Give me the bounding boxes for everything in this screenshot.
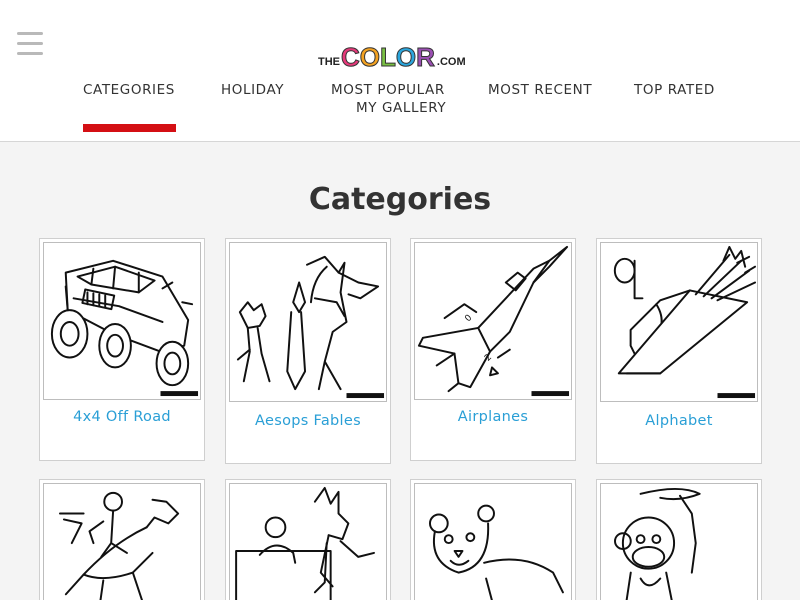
logo-letter: R (416, 42, 436, 72)
page-title: Categories (308, 182, 492, 217)
category-card[interactable] (410, 479, 576, 600)
logo-letter: O (395, 42, 417, 72)
category-label[interactable]: Alphabet (597, 413, 761, 429)
category-card[interactable]: 4x4 Off Road (39, 238, 205, 461)
letter-q-quiver-icon[interactable] (600, 242, 758, 402)
site-logo[interactable]: THE C O L O R .COM (318, 42, 468, 72)
nav-categories[interactable]: CATEGORIES (83, 82, 175, 98)
category-card[interactable]: 0 2 Airplanes (410, 238, 576, 461)
category-card[interactable] (225, 479, 391, 600)
nav-most-popular[interactable]: MOST POPULAR (331, 82, 445, 98)
animals-cartoon-icon[interactable] (229, 483, 387, 600)
nav-my-gallery[interactable]: MY GALLERY (356, 100, 446, 116)
logo-suffix: .COM (436, 56, 466, 68)
fox-stork-icon[interactable] (229, 242, 387, 402)
menu-icon[interactable] (17, 32, 43, 58)
category-card[interactable] (596, 479, 762, 600)
carousel-horse-icon[interactable] (43, 483, 201, 600)
logo-letter: L (380, 42, 397, 72)
category-label[interactable]: Airplanes (411, 409, 575, 425)
main-nav: CATEGORIES HOLIDAY MOST POPULAR MOST REC… (0, 80, 800, 140)
site-header: THE C O L O R .COM CATEGORIES HOLIDAY MO… (0, 0, 800, 142)
category-card[interactable]: Alphabet (596, 238, 762, 464)
logo-prefix: THE (318, 56, 340, 68)
logo-letter: C (341, 42, 361, 72)
category-card[interactable] (39, 479, 205, 600)
category-card[interactable]: Aesops Fables (225, 238, 391, 464)
offroad-truck-icon[interactable] (43, 242, 201, 400)
logo-wordmark: C O L O R (341, 42, 436, 72)
nav-top-rated[interactable]: TOP RATED (634, 82, 715, 98)
jet-fighter-icon[interactable]: 0 2 (414, 242, 572, 400)
lion-cub-icon[interactable] (414, 483, 572, 600)
category-label[interactable]: 4x4 Off Road (40, 409, 204, 425)
monkey-icon[interactable] (600, 483, 758, 600)
nav-most-recent[interactable]: MOST RECENT (488, 82, 592, 98)
active-tab-indicator (83, 124, 176, 132)
nav-holiday[interactable]: HOLIDAY (221, 82, 284, 98)
svg-text:0: 0 (463, 313, 474, 324)
category-label[interactable]: Aesops Fables (226, 413, 390, 429)
logo-letter: O (359, 42, 381, 72)
